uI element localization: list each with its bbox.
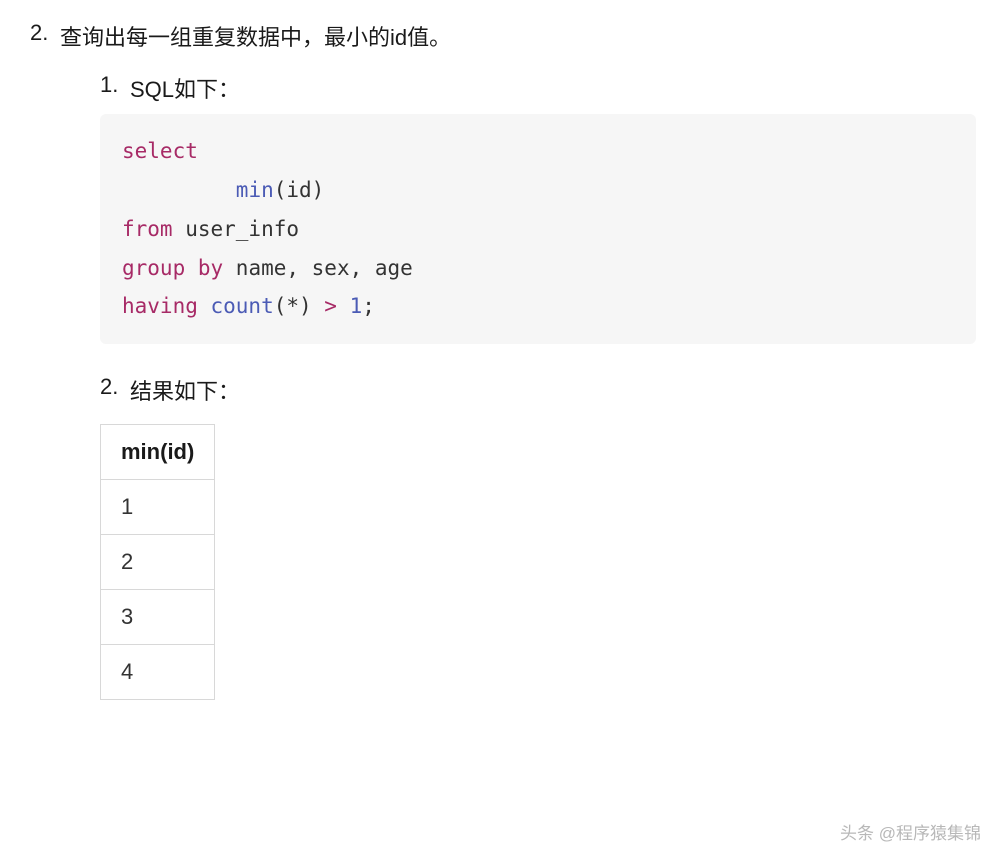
table-cell: 2 xyxy=(101,535,215,590)
space xyxy=(337,294,350,318)
keyword-by: by xyxy=(185,256,223,280)
table-row: 1 xyxy=(101,480,215,535)
keyword-having: having xyxy=(122,294,198,318)
list-item-outer: 2. 查询出每一组重复数据中，最小的id值。 xyxy=(30,20,976,52)
sql-code-block: select min(id) from user_info group by n… xyxy=(100,114,976,344)
table-row: 2 xyxy=(101,535,215,590)
result-table: min(id) 1 2 3 4 xyxy=(100,424,215,700)
outer-text: 查询出每一组重复数据中，最小的id值。 xyxy=(60,20,976,52)
keyword-from: from xyxy=(122,217,173,241)
table-row: 3 xyxy=(101,590,215,645)
function-min: min xyxy=(236,178,274,202)
id-arg: (id) xyxy=(274,178,325,202)
table-name: user_info xyxy=(173,217,299,241)
table-header-cell: min(id) xyxy=(101,425,215,480)
keyword-group: group xyxy=(122,256,185,280)
inner-text-1: SQL如下： xyxy=(130,72,976,104)
literal-one: 1 xyxy=(350,294,363,318)
table-cell: 4 xyxy=(101,645,215,700)
operator-gt: > xyxy=(324,294,337,318)
semicolon: ; xyxy=(362,294,375,318)
outer-marker: 2. xyxy=(30,20,60,52)
inner-marker-1: 1. xyxy=(100,72,130,104)
table-row: 4 xyxy=(101,645,215,700)
table-cell: 3 xyxy=(101,590,215,645)
table-header-row: min(id) xyxy=(101,425,215,480)
watermark: 头条 @程序猿集锦 xyxy=(840,819,981,844)
inner-item-1: 1. SQL如下： xyxy=(100,72,976,104)
count-arg: (*) xyxy=(274,294,325,318)
group-cols: name, sex, age xyxy=(223,256,413,280)
table-cell: 1 xyxy=(101,480,215,535)
inner-text-2: 结果如下： xyxy=(130,374,976,406)
inner-list: 1. SQL如下： select min(id) from user_info … xyxy=(100,72,976,700)
inner-marker-2: 2. xyxy=(100,374,130,406)
inner-item-2: 2. 结果如下： xyxy=(100,374,976,406)
function-count: count xyxy=(198,294,274,318)
keyword-select: select xyxy=(122,139,198,163)
